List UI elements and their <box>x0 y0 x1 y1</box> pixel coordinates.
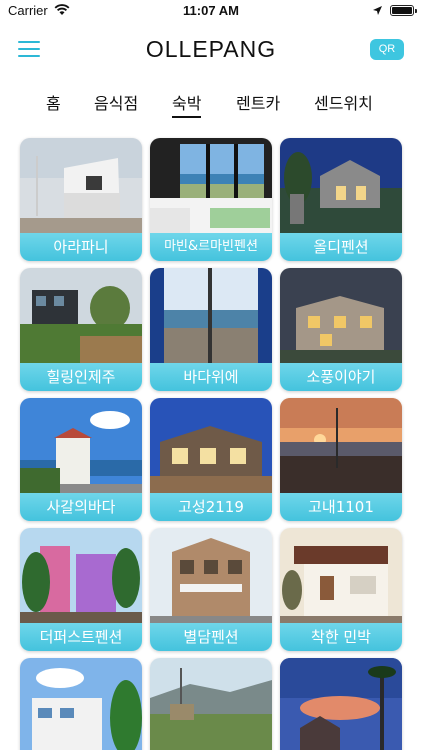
tab-lodging[interactable]: 숙박 <box>172 90 202 118</box>
app-title: OLLEPANG <box>145 36 277 62</box>
battery-level <box>392 7 412 14</box>
category-tabs: 홈 음식점 숙박 렌트카 센드위치 <box>0 86 422 118</box>
listing-card[interactable] <box>150 658 272 750</box>
listing-photo <box>20 658 142 750</box>
listing-photo <box>20 528 142 626</box>
listing-photo <box>20 398 142 496</box>
listing-card[interactable]: 올디펜션 <box>280 138 402 261</box>
nav-bar: OLLEPANG QR <box>0 26 422 74</box>
listing-photo <box>20 268 142 366</box>
listing-card[interactable]: 착한 민박 <box>280 528 402 651</box>
tab-restaurants[interactable]: 음식점 <box>94 90 138 114</box>
tab-rentcar[interactable]: 렌트카 <box>236 90 280 114</box>
location-arrow-icon <box>373 6 382 15</box>
listing-photo <box>150 268 272 366</box>
listing-card[interactable]: 아라파니 <box>20 138 142 261</box>
listing-name: 별담펜션 <box>150 623 272 651</box>
listing-card[interactable]: 힐링인제주 <box>20 268 142 391</box>
listing-card[interactable]: 고내1101 <box>280 398 402 521</box>
status-time: 11:07 AM <box>183 3 239 18</box>
listing-name: 사갈의바다 <box>20 493 142 521</box>
listing-photo <box>150 138 272 236</box>
listing-card[interactable]: 바다위에 <box>150 268 272 391</box>
listing-card[interactable] <box>280 658 402 750</box>
battery-icon <box>390 5 417 16</box>
status-bar: Carrier 11:07 AM <box>0 0 422 22</box>
battery-cap <box>415 9 417 13</box>
listing-card[interactable]: 고성2119 <box>150 398 272 521</box>
listing-name: 아라파니 <box>20 233 142 261</box>
tab-home[interactable]: 홈 <box>46 90 61 114</box>
listing-name: 소풍이야기 <box>280 363 402 391</box>
listing-photo <box>280 398 402 496</box>
listing-photo <box>150 658 272 750</box>
listing-name: 마빈&르마빈펜션 <box>150 233 272 261</box>
listing-card[interactable]: 소풍이야기 <box>280 268 402 391</box>
listing-name: 올디펜션 <box>280 233 402 261</box>
hamburger-menu-icon[interactable] <box>18 41 40 57</box>
listing-name: 더퍼스트펜션 <box>20 623 142 651</box>
listing-name: 바다위에 <box>150 363 272 391</box>
listing-name: 착한 민박 <box>280 623 402 651</box>
listing-photo <box>280 528 402 626</box>
listing-photo <box>280 268 402 366</box>
listing-name: 힐링인제주 <box>20 363 142 391</box>
listing-card[interactable]: 마빈&르마빈펜션 <box>150 138 272 261</box>
listing-photo <box>150 528 272 626</box>
listing-card[interactable] <box>20 658 142 750</box>
listing-name: 고내1101 <box>280 493 402 521</box>
listing-card[interactable]: 더퍼스트펜션 <box>20 528 142 651</box>
listing-photo <box>280 138 402 236</box>
listing-card[interactable]: 별담펜션 <box>150 528 272 651</box>
listing-photo <box>20 138 142 236</box>
listing-card[interactable]: 사갈의바다 <box>20 398 142 521</box>
tab-sandwich[interactable]: 센드위치 <box>314 90 373 114</box>
listing-photo <box>150 398 272 496</box>
qr-button[interactable]: QR <box>370 39 404 60</box>
listing-photo <box>280 658 402 750</box>
listing-name: 고성2119 <box>150 493 272 521</box>
